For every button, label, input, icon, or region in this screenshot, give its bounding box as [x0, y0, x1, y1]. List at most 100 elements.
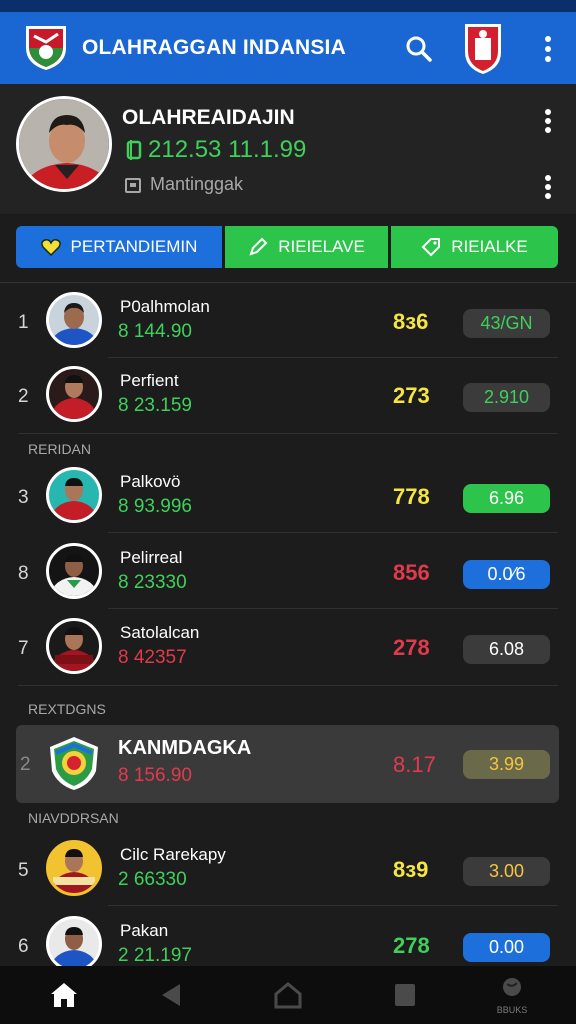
section-header: RERIDAN: [28, 441, 92, 457]
tab-label: PERTANDIEMIN: [70, 237, 198, 256]
player-avatar: [46, 618, 102, 674]
player-points: 8ɜ9: [393, 857, 429, 882]
list-item[interactable]: 5 Cilc Rarekapy 2 66330 8ɜ9 3.00: [0, 832, 576, 906]
player-score: 8 156.90: [118, 765, 192, 786]
globe-icon: [503, 978, 521, 996]
rank-number: 5: [18, 860, 29, 881]
player-name: KANMDAGKA: [118, 737, 252, 759]
status-badge: 0.0⁄6: [463, 560, 550, 589]
rank-number: 2: [20, 754, 31, 775]
status-badge: 3.00: [463, 857, 550, 886]
player-points: 856: [393, 560, 430, 585]
club-badge-icon[interactable]: [462, 20, 504, 76]
profile-options-icon[interactable]: [543, 174, 553, 200]
row-divider: [108, 905, 558, 906]
profile-name: OLAHREAIDAJIN: [122, 106, 295, 129]
player-avatar: [46, 543, 102, 599]
player-score: 8 42357: [118, 647, 187, 668]
rank-number: 1: [18, 312, 29, 333]
player-name: Pelirreal: [120, 548, 183, 567]
profile-avatar[interactable]: [16, 96, 112, 192]
recents-home-icon[interactable]: [272, 980, 304, 1010]
divider: [18, 433, 558, 434]
player-points: 8.17: [393, 752, 436, 777]
player-points: 778: [393, 484, 430, 509]
system-nav-bar: BBUKS: [0, 966, 576, 1024]
section-header: NIAVDDRSAN: [28, 810, 119, 826]
divider: [0, 282, 576, 283]
list-item[interactable]: 7 Satolalcan 8 42357 278 6.08: [0, 610, 576, 684]
status-badge: 6.08: [463, 635, 550, 664]
status-bar: [0, 0, 576, 12]
home-icon[interactable]: [48, 980, 80, 1010]
profile-more-icon[interactable]: [543, 108, 553, 134]
player-name: Cilc Rarekapy: [120, 845, 226, 864]
tag-icon: [421, 238, 441, 257]
divider: [18, 685, 558, 686]
profile-card: OLAHREAIDAJIN 212.53 11.1.99 Mantinggak: [0, 84, 576, 214]
player-points: 278: [393, 635, 430, 660]
rank-number: 8: [18, 563, 29, 584]
player-score: 8 144.90: [118, 321, 192, 342]
profile-score-value: 212.53 11.1.99: [148, 136, 307, 163]
app-bar: OLAHRAGGAN INDANSIA: [0, 12, 576, 84]
status-badge: 6.96: [463, 484, 550, 513]
rank-number: 7: [18, 638, 29, 659]
tab-rieialke[interactable]: RIEIALKE: [391, 226, 558, 268]
player-name: Perfient: [120, 371, 179, 390]
player-name: P0alhmolan: [120, 297, 210, 316]
section-header: REXTDGNS: [28, 701, 106, 717]
profile-score: 212.53 11.1.99: [126, 136, 306, 164]
recents-icon[interactable]: [390, 980, 422, 1010]
player-points: 278: [393, 933, 430, 958]
player-name: Palkovö: [120, 472, 181, 491]
status-badge: 43/GN: [463, 309, 550, 338]
extra-nav-label: BBUKS: [496, 1005, 528, 1015]
list-item[interactable]: 3 Palkovö 8 93.996 778 6.96: [0, 459, 576, 533]
player-score: 8 23330: [118, 572, 187, 593]
tab-label: RIEIALKE: [451, 237, 528, 256]
tab-bar: PERTANDIEMIN RIEIELAVE RIEIALKE: [16, 226, 558, 268]
pencil-icon: [249, 237, 268, 256]
row-divider: [108, 532, 558, 533]
row-divider: [108, 608, 558, 609]
list-item[interactable]: 1 P0alhmolan 8 144.90 8ɜ6 43/GN: [0, 284, 576, 358]
search-icon[interactable]: [404, 34, 434, 64]
tab-label: RIEIELAVE: [278, 237, 365, 256]
player-score: 2 66330: [118, 869, 187, 890]
player-points: 8ɜ6: [393, 309, 429, 334]
team-logo: [46, 735, 102, 791]
player-score: 8 23.159: [118, 395, 192, 416]
player-avatar: [46, 840, 102, 896]
more-vert-icon[interactable]: [538, 34, 558, 64]
player-avatar: [46, 467, 102, 523]
heart-icon: [40, 239, 61, 256]
player-score: 8 93.996: [118, 496, 192, 517]
building-icon: [125, 177, 141, 193]
player-name: Satolalcan: [120, 623, 200, 642]
app-title: OLAHRAGGAN INDANSIA: [82, 36, 346, 59]
rank-number: 6: [18, 936, 29, 957]
profile-department: Mantinggak: [124, 174, 243, 195]
tab-rieielave[interactable]: RIEIELAVE: [225, 226, 388, 268]
player-avatar: [46, 292, 102, 348]
rank-number: 3: [18, 487, 29, 508]
status-badge: 3.99: [463, 750, 550, 779]
player-avatar: [46, 366, 102, 422]
profile-department-label: Mantinggak: [150, 174, 244, 194]
list-item[interactable]: 8 Pelirreal 8 23330 856 0.0⁄6: [0, 535, 576, 609]
back-icon[interactable]: [156, 980, 188, 1010]
list-item[interactable]: 2 Perfient 8 23.159 273 2.910: [0, 358, 576, 432]
player-score: 2 21.197: [118, 945, 192, 966]
player-avatar: [46, 916, 102, 972]
player-points: 273: [393, 383, 430, 408]
player-name: Pakan: [120, 921, 169, 940]
rank-number: 2: [18, 386, 29, 407]
status-badge: 0.00: [463, 933, 550, 962]
app-logo[interactable]: [24, 22, 68, 72]
wallet-icon: [126, 140, 142, 160]
tab-pertandiemin[interactable]: PERTANDIEMIN: [16, 226, 222, 268]
status-badge: 2.910: [463, 383, 550, 412]
list-item-highlighted[interactable]: 2 KANMDAGKA 8 156.90 8.17 3.99: [16, 725, 559, 803]
extra-nav-button[interactable]: BBUKS: [494, 976, 530, 1020]
